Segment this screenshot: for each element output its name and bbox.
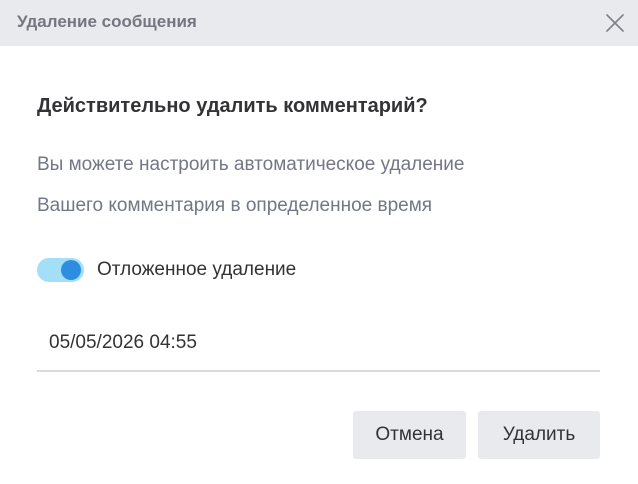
delete-button[interactable]: Удалить (478, 411, 600, 459)
datetime-value: 05/05/2026 04:55 (49, 332, 197, 353)
close-icon (606, 14, 624, 32)
close-button[interactable] (600, 8, 630, 38)
dialog-header: Удаление сообщения (0, 0, 638, 46)
description-line-1: Вы можете настроить автоматическое удале… (37, 154, 465, 175)
delete-message-dialog: Удаление сообщения Действительно удалить… (0, 0, 638, 484)
datetime-input[interactable]: 05/05/2026 04:55 (37, 322, 600, 372)
toggle-knob (61, 260, 81, 280)
description-line-2: Вашего комментария в определенное время (37, 195, 433, 216)
delayed-delete-toggle[interactable] (37, 258, 84, 282)
confirm-question: Действительно удалить комментарий? (37, 95, 428, 117)
cancel-button[interactable]: Отмена (353, 411, 466, 459)
delayed-delete-label: Отложенное удаление (97, 259, 297, 280)
dialog-title: Удаление сообщения (17, 12, 197, 31)
